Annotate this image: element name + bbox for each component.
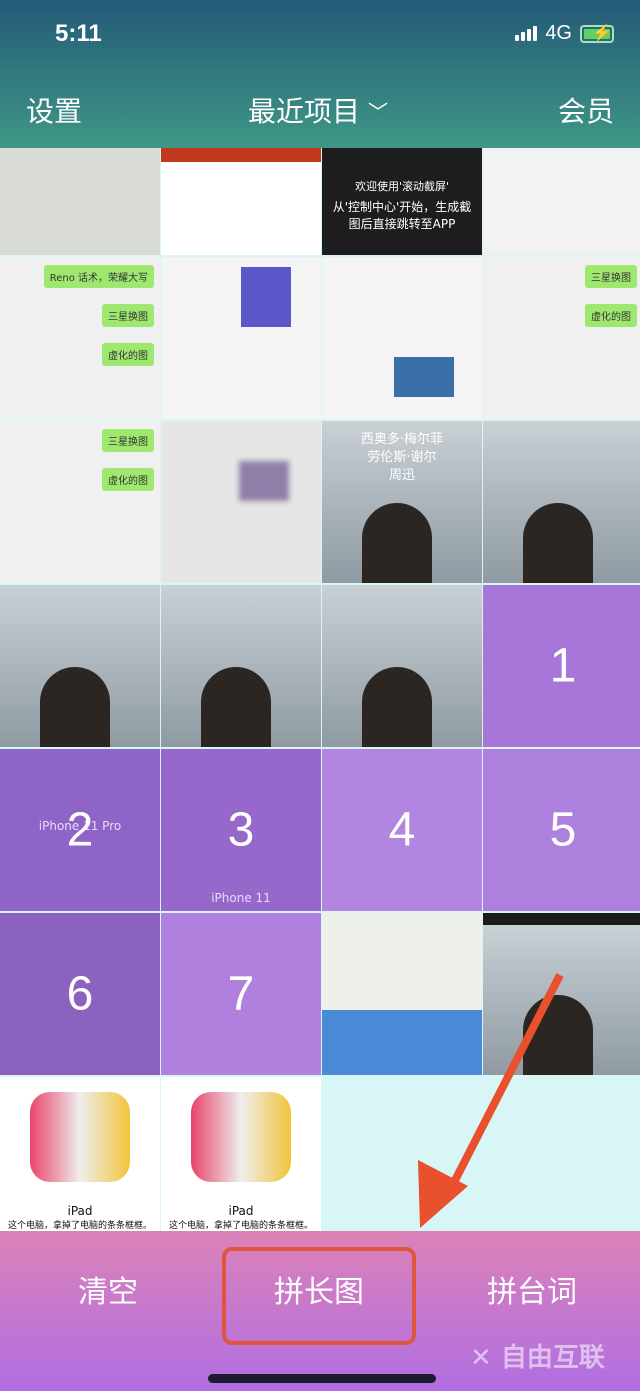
selection-number: 5 <box>549 803 577 857</box>
tile-text: 西奥多·梅尔菲 <box>360 432 444 447</box>
tile-text: iPad <box>67 1204 93 1218</box>
photo-tile[interactable] <box>322 585 482 747</box>
status-time: 5:11 <box>55 20 102 47</box>
tile-text: iPhone 11 <box>211 891 271 905</box>
photo-tile[interactable] <box>483 913 640 1075</box>
tile-text: 劳伦斯·谢尔 <box>367 450 437 465</box>
photo-tile[interactable] <box>161 585 321 747</box>
selected-photo-tile[interactable]: 4 <box>322 749 482 911</box>
selection-number: 6 <box>66 967 94 1021</box>
selection-number: 7 <box>227 967 255 1021</box>
photo-tile[interactable] <box>322 913 482 1075</box>
tile-text: 周迅 <box>388 468 415 483</box>
lines-button[interactable]: 拼台词 <box>487 1267 577 1311</box>
selected-photo-tile[interactable]: 5 <box>483 749 640 911</box>
photo-tile[interactable] <box>483 421 640 583</box>
photo-tile[interactable] <box>483 148 640 255</box>
photo-grid: 欢迎使用'滚动截屏' 从'控制中心'开始，生成截图后直接跳转至APP Reno … <box>0 148 640 1239</box>
network-label: 4G <box>545 22 572 44</box>
selection-number: 1 <box>549 639 577 693</box>
chevron-down-icon: ﹀ <box>368 99 389 124</box>
photo-tile[interactable]: 西奥多·梅尔菲 劳伦斯·谢尔 周迅 <box>322 421 482 583</box>
photo-tile[interactable]: 三星换图 虚化的图 <box>0 421 160 583</box>
tile-text: iPad <box>228 1204 254 1218</box>
tile-text: 从'控制中心'开始，生成截图后直接跳转至APP <box>332 200 472 231</box>
status-icons: 4G ⚡ <box>515 22 614 45</box>
selected-photo-tile[interactable]: 6 <box>0 913 160 1075</box>
selected-photo-tile[interactable]: iPhone 11 Pro 2 <box>0 749 160 911</box>
tile-text: 三星换图 <box>102 429 154 452</box>
photo-tile[interactable] <box>322 257 482 419</box>
settings-button[interactable]: 设置 <box>26 90 82 130</box>
home-indicator[interactable] <box>208 1374 436 1383</box>
tile-text: 欢迎使用'滚动截屏' <box>354 180 450 193</box>
photo-tile[interactable] <box>161 421 321 583</box>
selected-photo-tile[interactable]: 1 <box>483 585 640 747</box>
watermark-logo: ✕ 自由互联 <box>470 1343 605 1373</box>
watermark-text: 自由互联 <box>500 1343 605 1373</box>
album-selector[interactable]: 最近项目 ﹀ <box>248 90 388 130</box>
long-image-button[interactable]: 拼长图 <box>274 1267 364 1311</box>
photo-tile[interactable]: Reno 话术，荣耀大写 三星换图 虚化的图 <box>0 257 160 419</box>
tile-text: 虚化的图 <box>102 468 154 491</box>
tile-text: 三星换图 <box>585 265 637 288</box>
bottom-toolbar: 清空 拼长图 拼台词 ✕ 自由互联 <box>0 1231 640 1391</box>
photo-tile[interactable]: 三星换图 虚化的图 <box>483 257 640 419</box>
photo-tile[interactable] <box>161 257 321 419</box>
signal-icon <box>515 26 538 41</box>
photo-tile[interactable]: iPad 这个电脑，拿掉了电脑的条条框框。 <box>161 1077 321 1239</box>
album-title: 最近项目 <box>248 95 361 128</box>
tile-text: Reno 话术，荣耀大写 <box>43 265 154 288</box>
selected-photo-tile[interactable]: iPhone 11 3 <box>161 749 321 911</box>
tile-text: 这个电脑，拿掉了电脑的条条框框。 <box>168 1221 313 1231</box>
photo-tile[interactable] <box>161 148 321 255</box>
selection-number: 3 <box>227 803 255 857</box>
battery-charging-icon: ⚡ <box>580 24 614 43</box>
selection-number: 4 <box>388 803 416 857</box>
tile-text: 三星换图 <box>102 304 154 327</box>
selection-number: 2 <box>66 803 94 857</box>
top-bar: 5:11 4G ⚡ 设置 最近项目 ﹀ 会员 <box>0 0 640 148</box>
vip-button[interactable]: 会员 <box>558 90 614 130</box>
photo-tile[interactable]: 欢迎使用'滚动截屏' 从'控制中心'开始，生成截图后直接跳转至APP <box>322 148 482 255</box>
photo-tile[interactable] <box>0 585 160 747</box>
tile-text: 这个电脑，拿掉了电脑的条条框框。 <box>7 1221 152 1231</box>
photo-tile[interactable] <box>0 148 160 255</box>
selected-photo-tile[interactable]: 7 <box>161 913 321 1075</box>
tile-text: 虚化的图 <box>102 343 154 366</box>
photo-tile[interactable]: iPad 这个电脑，拿掉了电脑的条条框框。 <box>0 1077 160 1239</box>
tile-text: 虚化的图 <box>585 304 637 327</box>
clear-button[interactable]: 清空 <box>78 1267 138 1311</box>
